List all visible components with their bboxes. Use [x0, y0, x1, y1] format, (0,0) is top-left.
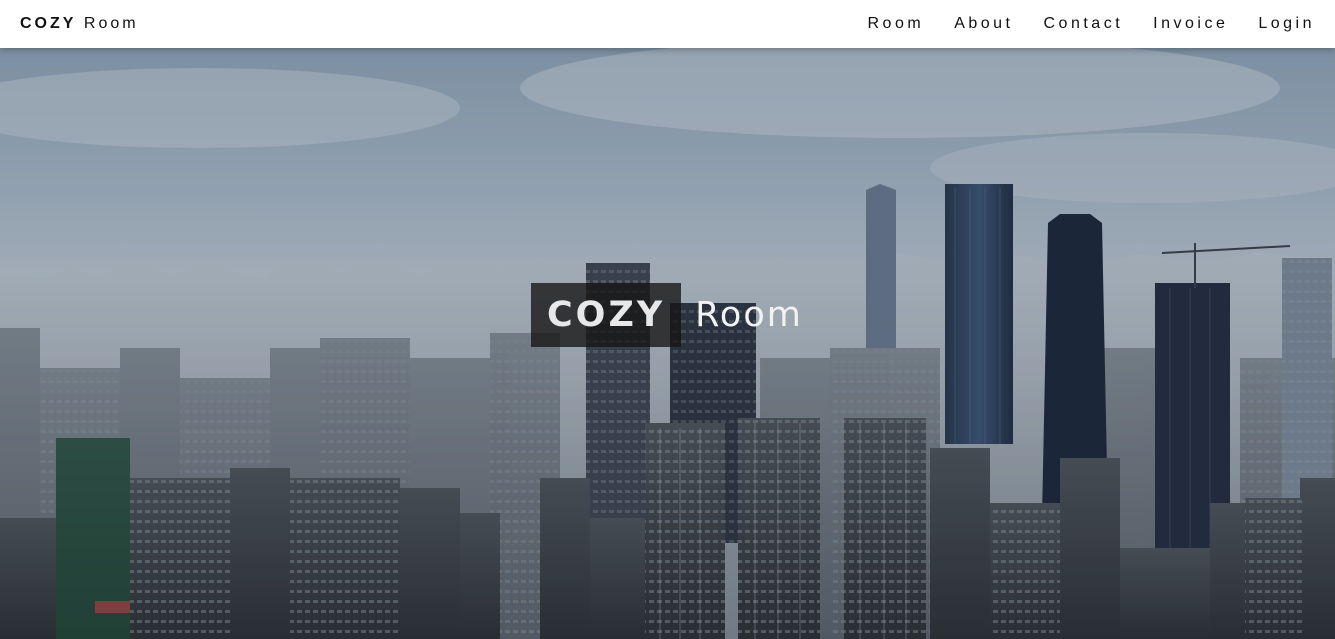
nav-login-link[interactable]: Login	[1258, 15, 1315, 33]
hero-title-rest: Room	[695, 295, 803, 335]
main-nav: Room About Contact Invoice Login	[838, 15, 1316, 33]
hero-title-bold: COZY	[531, 283, 682, 347]
brand-bold: COZY	[20, 15, 77, 32]
nav-about-link[interactable]: About	[954, 15, 1013, 33]
brand-logo-link[interactable]: COZY Room	[20, 15, 139, 33]
top-navbar: COZY Room Room About Contact Invoice Log…	[0, 0, 1335, 48]
hero-title: COZY Room	[531, 283, 803, 347]
nav-contact-link[interactable]: Contact	[1044, 15, 1124, 33]
nav-invoice-link[interactable]: Invoice	[1153, 15, 1228, 33]
nav-room-link[interactable]: Room	[868, 15, 925, 33]
hero-banner: COZY Room	[0, 48, 1335, 639]
brand-rest: Room	[76, 15, 139, 32]
